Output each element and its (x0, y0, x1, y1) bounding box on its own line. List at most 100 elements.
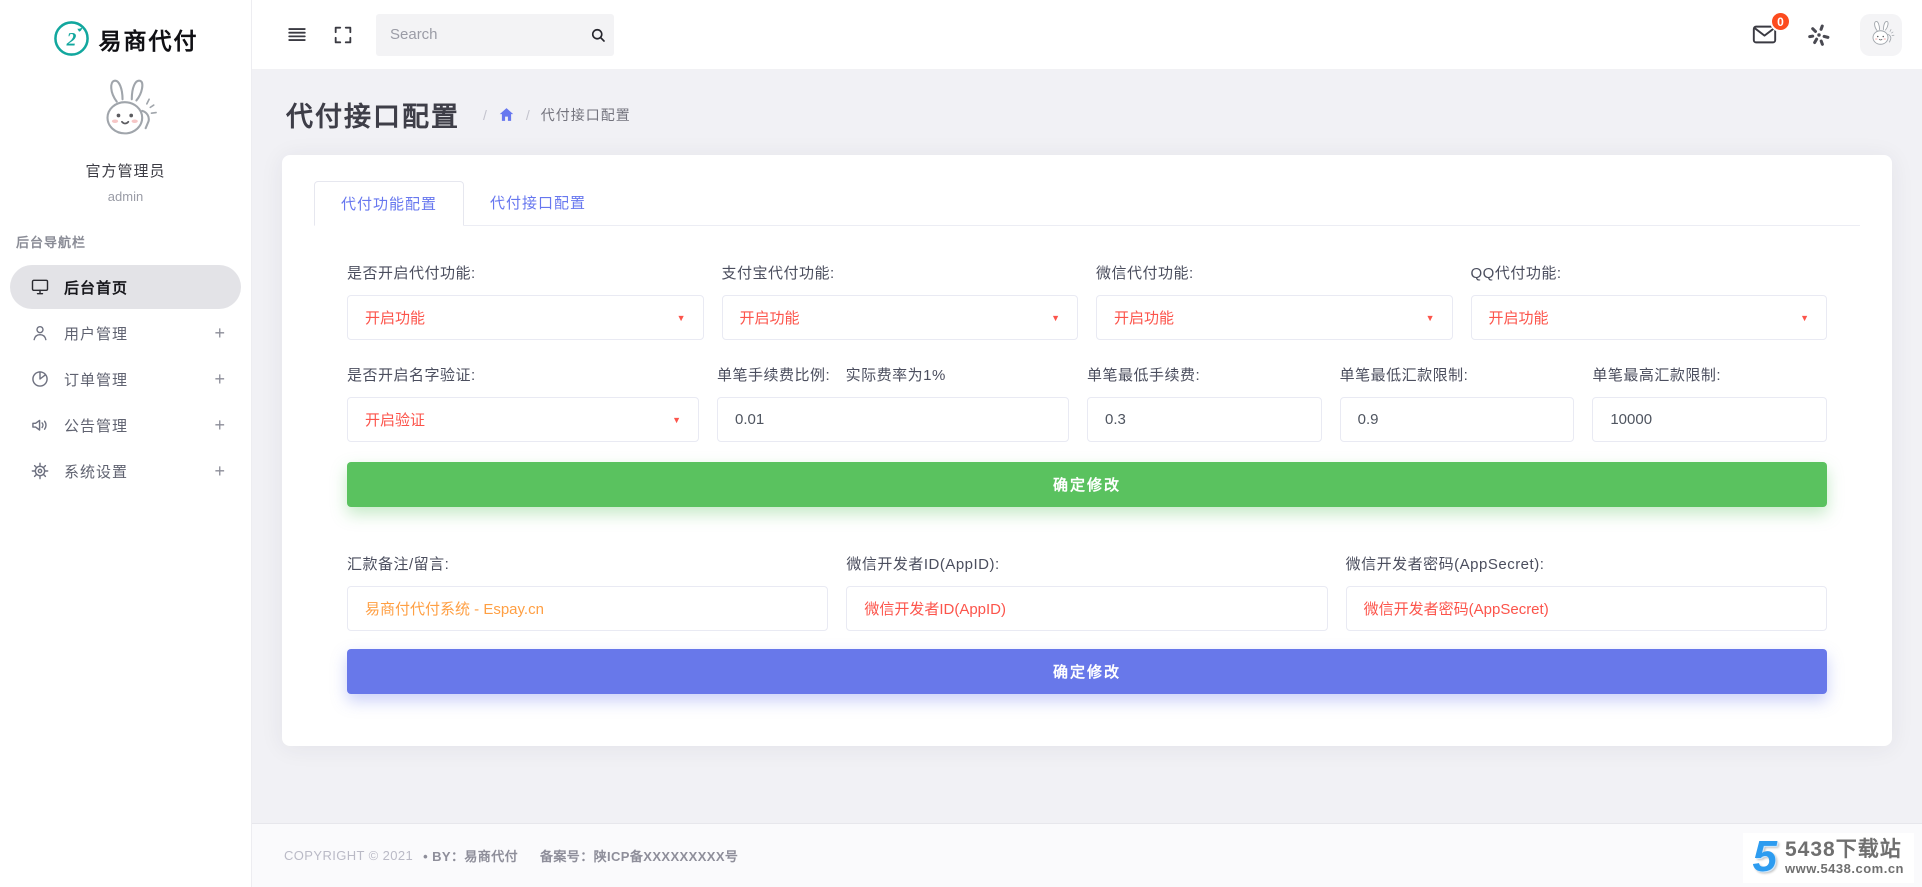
sidebar-item-label: 公告管理 (64, 415, 128, 436)
home-icon[interactable] (498, 106, 515, 123)
input-fee-ratio[interactable] (717, 397, 1069, 442)
field-label: 单笔最低手续费: (1087, 364, 1322, 385)
watermark: 5 5438下载站 www.5438.com.cn (1743, 833, 1915, 883)
footer-by-text: • BY：易商代付 (423, 846, 518, 865)
search-input[interactable] (390, 26, 589, 43)
input-min-fee[interactable] (1087, 397, 1322, 442)
copyright-text: COPYRIGHT © 2021 (284, 848, 413, 863)
sidebar-item-users[interactable]: 用户管理 + (10, 311, 241, 355)
field-label: 单笔手续费比例: 实际费率为1% (717, 364, 1069, 385)
select-wechat-daifu[interactable]: 开启功能 ▼ (1096, 295, 1453, 340)
topbar: 0 (252, 0, 1922, 70)
user-avatar (83, 75, 169, 149)
confirm-functions-button[interactable]: 确定修改 (347, 462, 1827, 507)
gear-icon (30, 461, 50, 481)
select-alipay-daifu[interactable]: 开启功能 ▼ (722, 295, 1079, 340)
fullscreen-icon (332, 24, 354, 46)
svg-text:2: 2 (65, 29, 76, 50)
expand-plus-icon[interactable]: + (214, 415, 225, 436)
tab-bar: 代付功能配置 代付接口配置 (314, 181, 1860, 226)
sidebar-item-orders[interactable]: 订单管理 + (10, 357, 241, 401)
watermark-url: www.5438.com.cn (1785, 861, 1904, 876)
fullscreen-button[interactable] (328, 20, 358, 50)
sidebar-section-label: 后台导航栏 (16, 232, 251, 251)
hamburger-icon (286, 24, 308, 46)
user-name: 官方管理员 (0, 160, 251, 181)
input-remit-memo[interactable] (347, 586, 828, 631)
speaker-icon (30, 415, 50, 435)
footer-icp-text: 备案号：陕ICP备XXXXXXXXX号 (540, 846, 738, 865)
field-label: 微信开发者ID(AppID): (846, 553, 1327, 574)
field-label: 单笔最低汇款限制: (1340, 364, 1575, 385)
field-label: 微信开发者密码(AppSecret): (1346, 553, 1827, 574)
watermark-site-name: 5438下载站 (1785, 839, 1904, 861)
select-value: 开启验证 (365, 409, 672, 430)
tab-daifu-api-config[interactable]: 代付接口配置 (464, 181, 612, 226)
menu-toggle-button[interactable] (282, 20, 312, 50)
brand: 2 易商代付 (0, 0, 251, 61)
messages-button[interactable]: 0 (1751, 21, 1778, 48)
daifu-settings-form: 是否开启代付功能: 开启功能 ▼ 支付宝代付功能: 开启功能 ▼ (347, 262, 1827, 694)
expand-plus-icon[interactable]: + (214, 369, 225, 390)
brand-logo-icon: 2 (53, 20, 90, 57)
watermark-logo: 5 (1753, 837, 1777, 877)
select-value: 开启功能 (365, 307, 677, 328)
page-title: 代付接口配置 (286, 95, 460, 134)
expand-plus-icon[interactable]: + (214, 323, 225, 344)
sidebar: 2 易商代付 官方管理员 admin 后台导航栏 后台首页 用户管理 + (0, 0, 252, 887)
user-icon (30, 323, 50, 343)
field-label: 是否开启代付功能: (347, 262, 704, 283)
input-min-remit-limit[interactable] (1340, 397, 1575, 442)
search-bar (376, 14, 614, 56)
breadcrumb-separator: / (483, 107, 487, 123)
sidebar-item-settings[interactable]: 系统设置 + (10, 449, 241, 493)
sidebar-nav: 后台首页 用户管理 + 订单管理 + 公告管理 + (0, 265, 251, 493)
chevron-down-icon: ▼ (1800, 313, 1809, 323)
monitor-icon (30, 277, 50, 297)
notification-badge: 0 (1770, 11, 1791, 32)
select-value: 开启功能 (1114, 307, 1426, 328)
chevron-down-icon: ▼ (1051, 313, 1060, 323)
select-value: 开启功能 (1489, 307, 1801, 328)
sidebar-item-label: 系统设置 (64, 461, 128, 482)
select-name-verify[interactable]: 开启验证 ▼ (347, 397, 699, 442)
sidebar-item-label: 后台首页 (64, 277, 128, 298)
scatter-pills-icon (1806, 22, 1832, 48)
input-wechat-appid[interactable] (846, 586, 1327, 631)
topbar-avatar[interactable] (1860, 14, 1902, 56)
sidebar-item-dashboard[interactable]: 后台首页 (10, 265, 241, 309)
brand-name: 易商代付 (99, 22, 199, 56)
breadcrumb: 代付接口配置 / / 代付接口配置 (252, 70, 1922, 155)
settings-card: 代付功能配置 代付接口配置 是否开启代付功能: 开启功能 ▼ 支付宝代付功能: (282, 155, 1892, 746)
input-wechat-appsecret[interactable] (1346, 586, 1827, 631)
select-qq-daifu[interactable]: 开启功能 ▼ (1471, 295, 1828, 340)
content-area: 代付接口配置 / / 代付接口配置 代付功能配置 代付接口配置 是否开启代付功能… (252, 70, 1922, 823)
chevron-down-icon: ▼ (677, 313, 686, 323)
confirm-secrets-button[interactable]: 确定修改 (347, 649, 1827, 694)
apps-button[interactable] (1802, 18, 1836, 52)
user-role: admin (0, 189, 251, 204)
select-value: 开启功能 (740, 307, 1052, 328)
sidebar-item-label: 用户管理 (64, 323, 128, 344)
chevron-down-icon: ▼ (672, 415, 681, 425)
breadcrumb-current: 代付接口配置 (541, 105, 631, 125)
field-label: 汇款备注/留言: (347, 553, 828, 574)
sidebar-item-announcements[interactable]: 公告管理 + (10, 403, 241, 447)
tab-daifu-function-config[interactable]: 代付功能配置 (314, 181, 464, 226)
field-label: 微信代付功能: (1096, 262, 1453, 283)
avatar-rabbit-icon (1863, 19, 1899, 51)
field-label: 支付宝代付功能: (722, 262, 1079, 283)
breadcrumb-separator: / (526, 107, 530, 123)
field-label: 是否开启名字验证: (347, 364, 699, 385)
search-icon[interactable] (589, 26, 607, 44)
select-enable-daifu[interactable]: 开启功能 ▼ (347, 295, 704, 340)
pie-chart-icon (30, 369, 50, 389)
sidebar-item-label: 订单管理 (64, 369, 128, 390)
field-label: QQ代付功能: (1471, 262, 1828, 283)
chevron-down-icon: ▼ (1426, 313, 1435, 323)
user-profile: 官方管理员 admin (0, 61, 251, 204)
footer: COPYRIGHT © 2021 • BY：易商代付 备案号：陕ICP备XXXX… (252, 823, 1922, 887)
expand-plus-icon[interactable]: + (214, 461, 225, 482)
input-max-remit-limit[interactable] (1592, 397, 1827, 442)
field-label: 单笔最高汇款限制: (1592, 364, 1827, 385)
